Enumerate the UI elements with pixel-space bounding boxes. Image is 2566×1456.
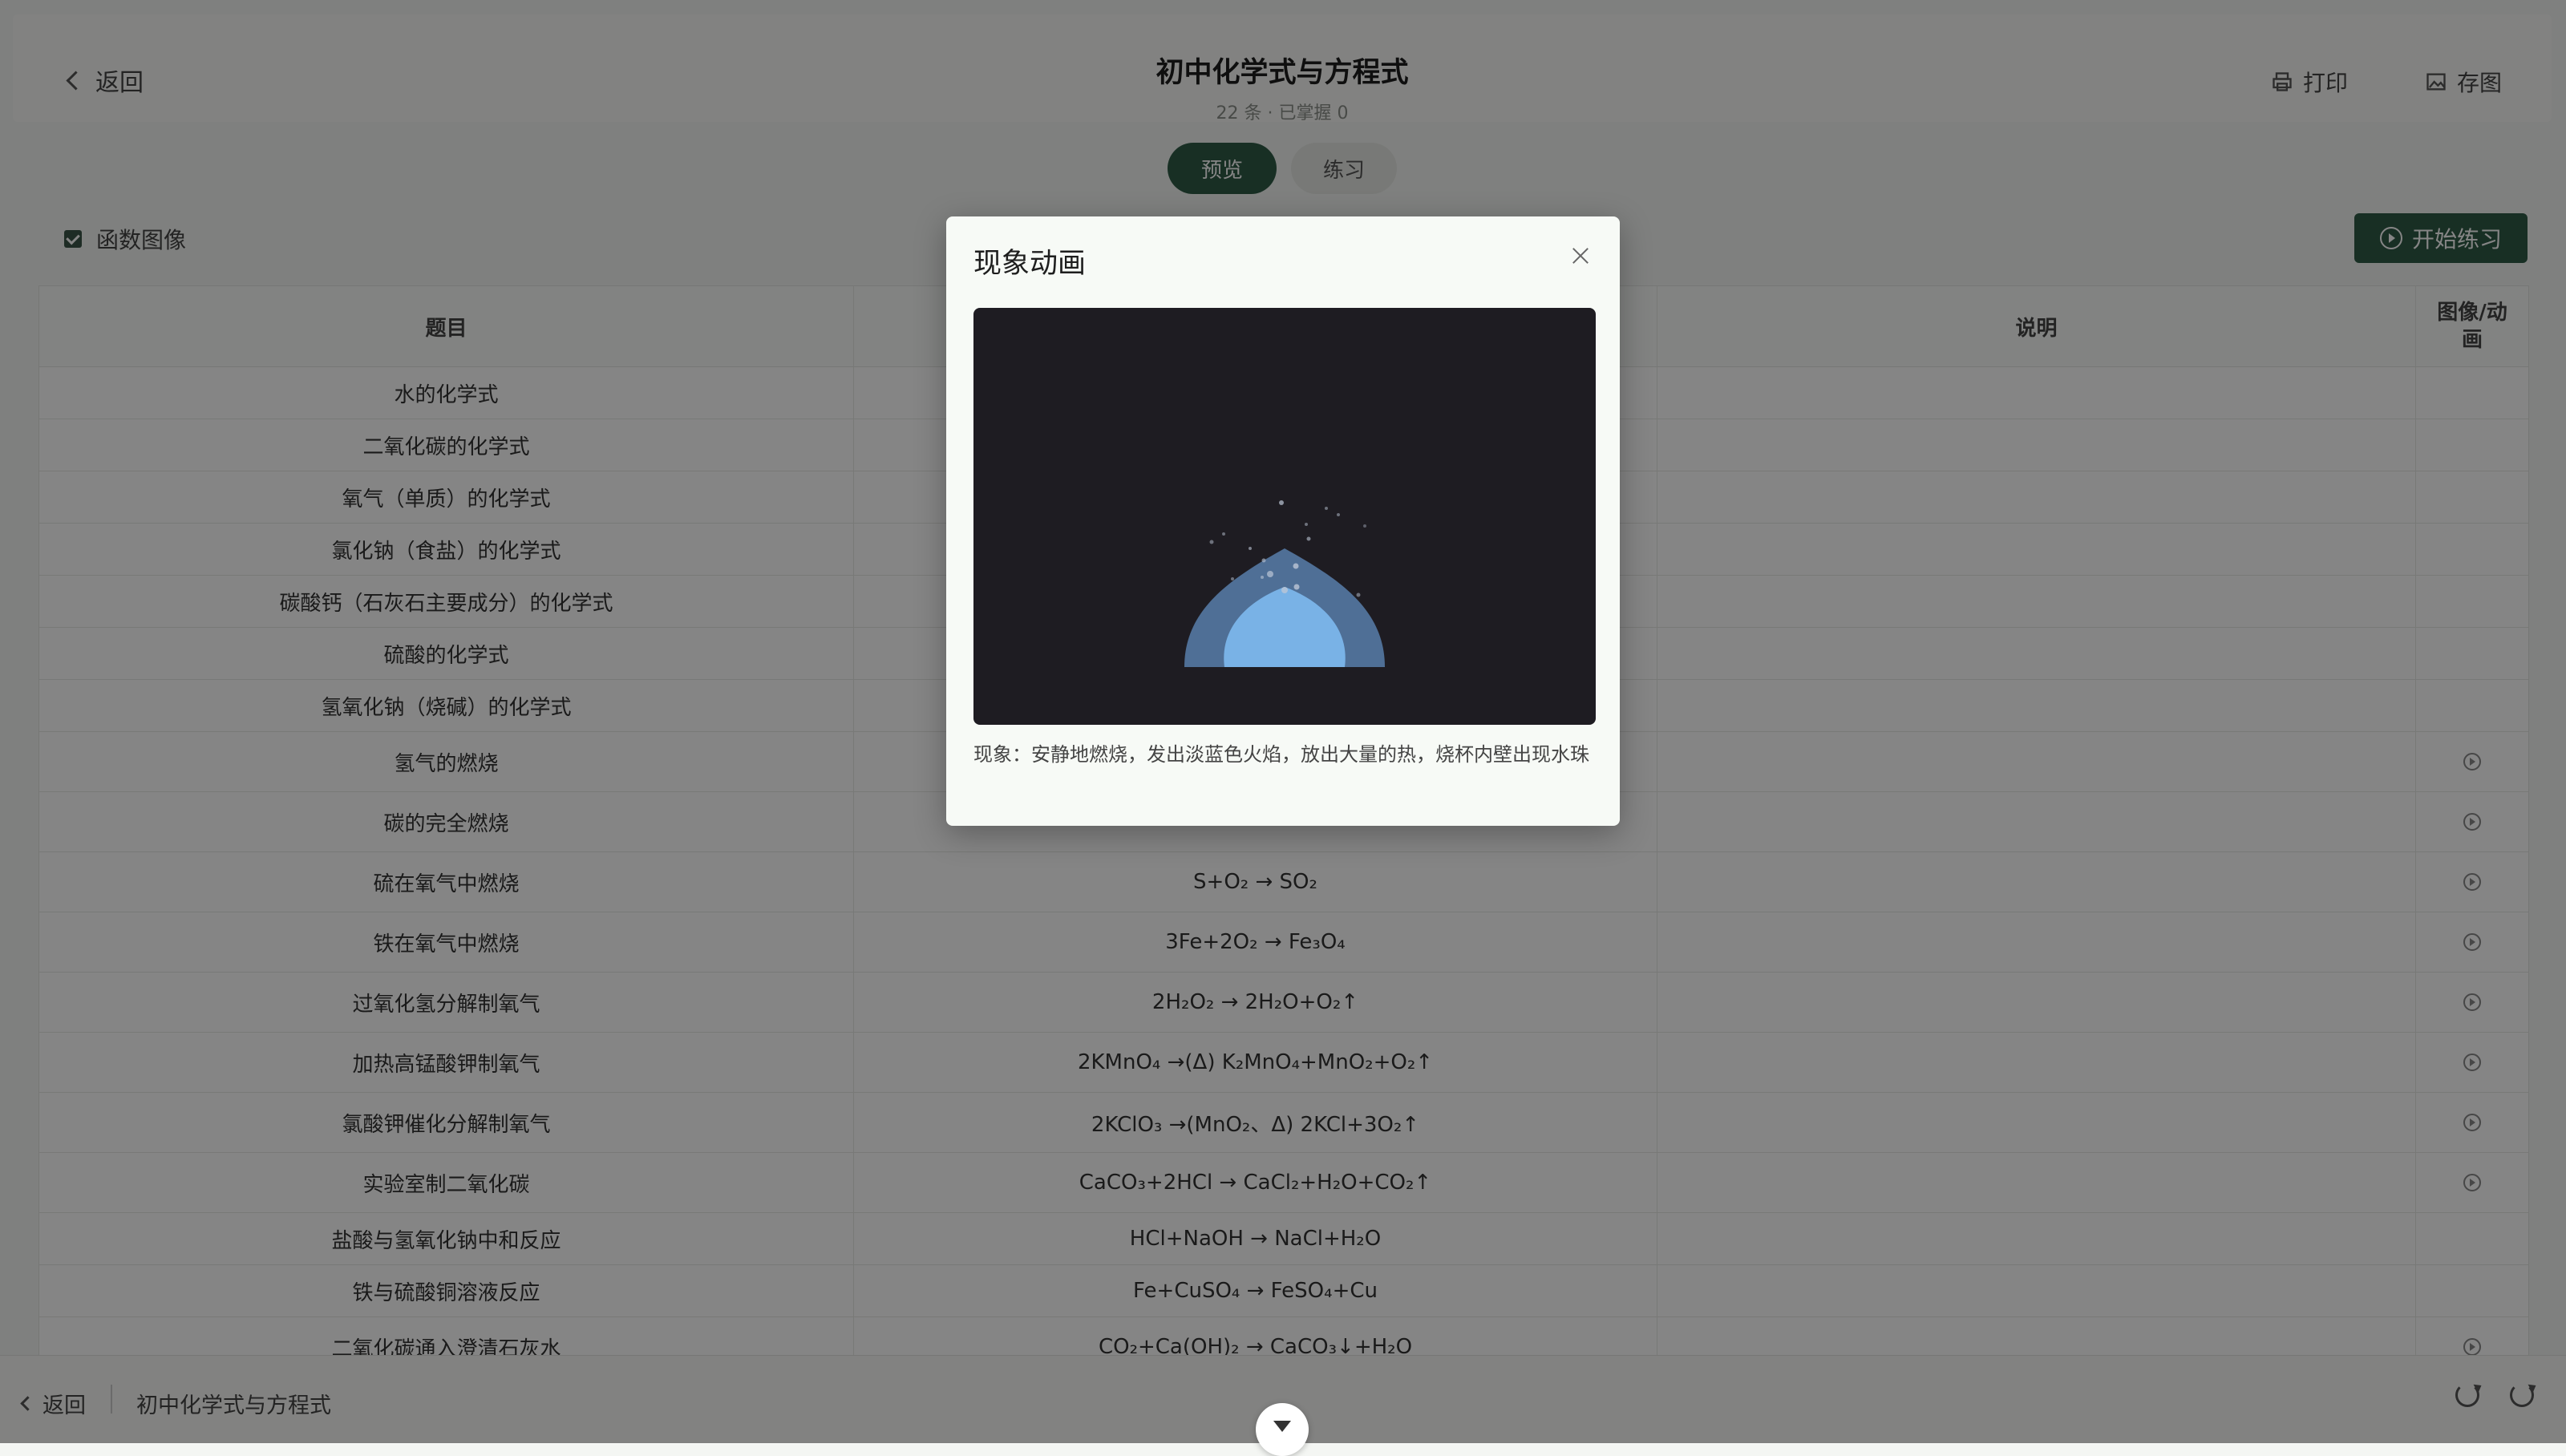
animation-modal: 现象动画 现象：安静地燃烧，发出淡蓝色火焰，放出大量的热，烧杯内壁出现水珠 (946, 216, 1620, 826)
close-icon[interactable] (1570, 245, 1591, 266)
app-root: 返回 初中化学式与方程式 22 条 · 已掌握 0 打印 存图 预览 练习 函数… (0, 0, 2566, 1456)
phenomenon-caption: 现象：安静地燃烧，发出淡蓝色火焰，放出大量的热，烧杯内壁出现水珠 (973, 743, 1589, 766)
flame-animation (973, 308, 1596, 725)
modal-title: 现象动画 (973, 248, 1087, 280)
expand-handle-icon[interactable] (1256, 1403, 1309, 1456)
flame-animation-canvas (1184, 500, 1385, 667)
